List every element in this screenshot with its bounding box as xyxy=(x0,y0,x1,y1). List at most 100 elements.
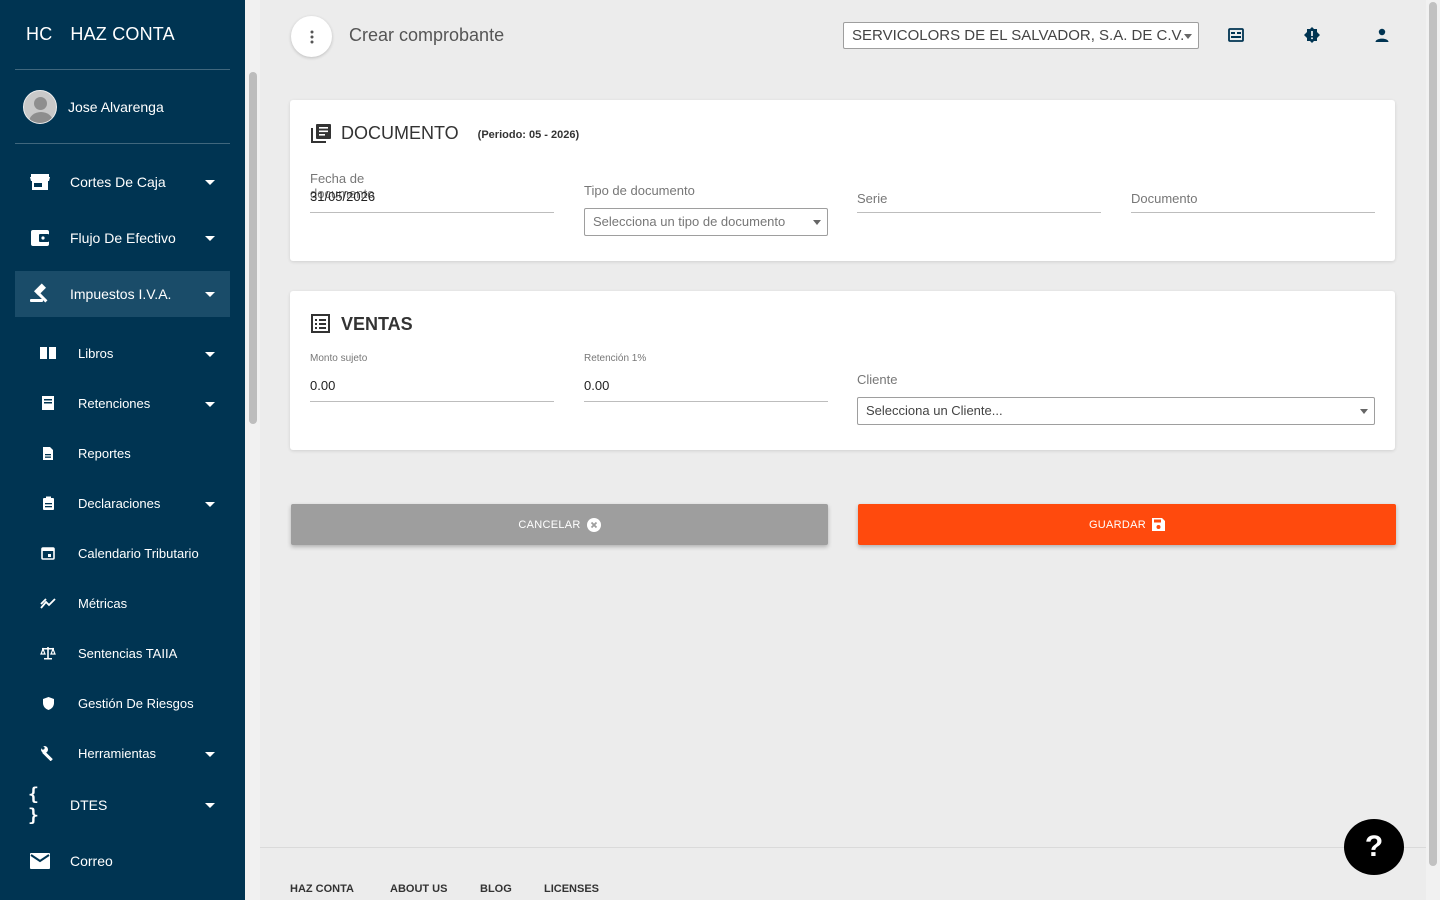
documento-card: DOCUMENTO (Periodo: 05 - 2026) Fecha de … xyxy=(290,100,1395,261)
wrench-icon xyxy=(36,741,60,765)
monto-sujeto-input[interactable]: 0.00 xyxy=(310,378,335,393)
company-select[interactable]: SERVICOLORS DE EL SALVADOR, S.A. DE C.V. xyxy=(843,22,1199,49)
sidebar-item-label: DTES xyxy=(70,797,108,813)
sidebar-item-label: Libros xyxy=(78,345,114,361)
sidebar-item-label: Retenciones xyxy=(78,395,151,411)
sidebar-item-correo[interactable]: Correo xyxy=(15,838,230,884)
sidebar-item-label: Sentencias TAIIA xyxy=(78,645,178,661)
sidebar-item-declaraciones[interactable]: Declaraciones xyxy=(15,480,230,526)
tipo-documento-select[interactable]: Selecciona un tipo de documento xyxy=(584,208,828,236)
footer-link-about-us[interactable]: ABOUT US xyxy=(390,883,447,895)
sidebar-item-gestion-de-riesgos[interactable]: Gestión De Riesgos xyxy=(15,680,230,726)
ventas-card: VENTAS Monto sujeto 0.00 Retención 1% 0.… xyxy=(290,291,1395,450)
list-alt-icon xyxy=(311,314,330,333)
brand[interactable]: HC HAZ CONTA xyxy=(26,24,175,45)
sidebar-item-metricas[interactable]: Métricas xyxy=(15,580,230,626)
sidebar-item-retenciones[interactable]: Retenciones xyxy=(15,380,230,426)
sidebar-item-cortes-de-caja[interactable]: Cortes De Caja xyxy=(15,159,230,205)
user-profile[interactable]: Jose Alvarenga xyxy=(23,90,164,124)
mail-icon xyxy=(28,849,52,873)
shield-icon xyxy=(36,691,60,715)
cliente-label: Cliente xyxy=(857,372,898,387)
monto-sujeto-underline xyxy=(310,401,554,402)
sidebar-scrollbar-thumb[interactable] xyxy=(249,72,257,424)
help-button[interactable]: ? xyxy=(1344,819,1404,875)
chevron-down-icon xyxy=(1184,34,1192,39)
sidebar-item-libros[interactable]: Libros xyxy=(15,330,230,376)
retencion-input[interactable]: 0.00 xyxy=(584,378,609,393)
cliente-placeholder: Selecciona un Cliente... xyxy=(866,403,1003,418)
footer-divider xyxy=(260,847,1426,848)
id-card-button[interactable] xyxy=(1225,24,1247,46)
documento-title: DOCUMENTO xyxy=(341,122,459,143)
sidebar: HC HAZ CONTA Jose Alvarenga Cortes De Ca… xyxy=(0,0,260,900)
sidebar-item-impuestos-iva[interactable]: Impuestos I.V.A. xyxy=(15,271,230,317)
cancel-circle-icon xyxy=(586,517,601,532)
alert-badge-icon xyxy=(1304,27,1320,43)
ventas-header: VENTAS xyxy=(310,313,413,335)
sidebar-item-label: Declaraciones xyxy=(78,495,161,511)
sidebar-item-label: Métricas xyxy=(78,595,128,611)
sidebar-divider xyxy=(15,69,230,70)
library-books-icon xyxy=(311,124,331,143)
footer-link-haz-conta[interactable]: HAZ CONTA xyxy=(290,883,354,895)
cancel-button[interactable]: CANCELAR xyxy=(291,504,828,545)
page-scrollbar[interactable] xyxy=(1426,0,1440,900)
book-icon xyxy=(36,341,60,365)
cliente-select[interactable]: Selecciona un Cliente... xyxy=(857,397,1375,425)
documento-header: DOCUMENTO (Periodo: 05 - 2026) xyxy=(310,122,579,144)
chevron-down-icon xyxy=(1360,409,1368,414)
clipboard-icon xyxy=(36,491,60,515)
sidebar-scrollbar[interactable] xyxy=(245,0,260,900)
gavel-icon xyxy=(28,282,52,306)
footer-link-blog[interactable]: BLOG xyxy=(480,883,512,895)
sidebar-item-label: Calendario Tributario xyxy=(78,545,199,561)
id-card-icon xyxy=(1228,28,1244,42)
chevron-down-icon xyxy=(205,502,215,507)
fecha-documento-value[interactable]: 31/05/2026 xyxy=(310,189,375,204)
chevron-down-icon xyxy=(205,179,215,185)
brand-name: HAZ CONTA xyxy=(70,24,175,44)
brand-short: HC xyxy=(26,24,53,44)
chevron-down-icon xyxy=(205,291,215,297)
user-name: Jose Alvarenga xyxy=(68,99,164,115)
save-button[interactable]: GUARDAR xyxy=(858,504,1396,545)
wallet-icon xyxy=(28,226,52,250)
tipo-documento-label: Tipo de documento xyxy=(584,183,695,198)
sidebar-item-label: Correo xyxy=(70,853,113,869)
document-icon xyxy=(36,441,60,465)
sidebar-item-label: Cortes De Caja xyxy=(70,174,166,190)
save-icon xyxy=(1152,518,1166,531)
chevron-down-icon xyxy=(205,752,215,757)
retencion-label: Retención 1% xyxy=(584,353,647,364)
page-title: Crear comprobante xyxy=(349,25,505,45)
chevron-down-icon xyxy=(813,220,821,225)
page-scrollbar-thumb[interactable] xyxy=(1429,2,1437,866)
receipt-icon xyxy=(36,391,60,415)
more-vert-icon xyxy=(310,30,313,43)
documento-number-input[interactable] xyxy=(1131,212,1375,213)
sidebar-item-herramientas[interactable]: Herramientas xyxy=(15,730,230,776)
avatar xyxy=(23,90,57,124)
sidebar-item-label: Reportes xyxy=(78,445,131,461)
sidebar-item-sentencias-taiia[interactable]: Sentencias TAIIA xyxy=(15,630,230,676)
footer-link-licenses[interactable]: LICENSES xyxy=(544,883,599,895)
store-icon xyxy=(28,170,52,194)
sidebar-item-reportes[interactable]: Reportes xyxy=(15,430,230,476)
sidebar-item-dtes[interactable]: { } DTES xyxy=(15,782,230,828)
serie-input[interactable] xyxy=(857,212,1101,213)
help-icon: ? xyxy=(1364,830,1384,863)
sidebar-item-label: Impuestos I.V.A. xyxy=(70,286,172,302)
sidebar-item-calendario-tributario[interactable]: Calendario Tributario xyxy=(15,530,230,576)
person-icon xyxy=(1375,28,1389,42)
chevron-down-icon xyxy=(205,235,215,241)
serie-label: Serie xyxy=(857,191,888,206)
sidebar-item-label: Flujo De Efectivo xyxy=(70,230,176,246)
account-button[interactable] xyxy=(1371,24,1393,46)
ventas-title: VENTAS xyxy=(341,313,413,334)
braces-icon: { } xyxy=(28,784,39,826)
more-options-button[interactable] xyxy=(291,16,332,57)
sidebar-item-flujo-de-efectivo[interactable]: Flujo De Efectivo xyxy=(15,215,230,261)
sidebar-divider xyxy=(15,143,230,144)
alert-button[interactable] xyxy=(1301,24,1323,46)
